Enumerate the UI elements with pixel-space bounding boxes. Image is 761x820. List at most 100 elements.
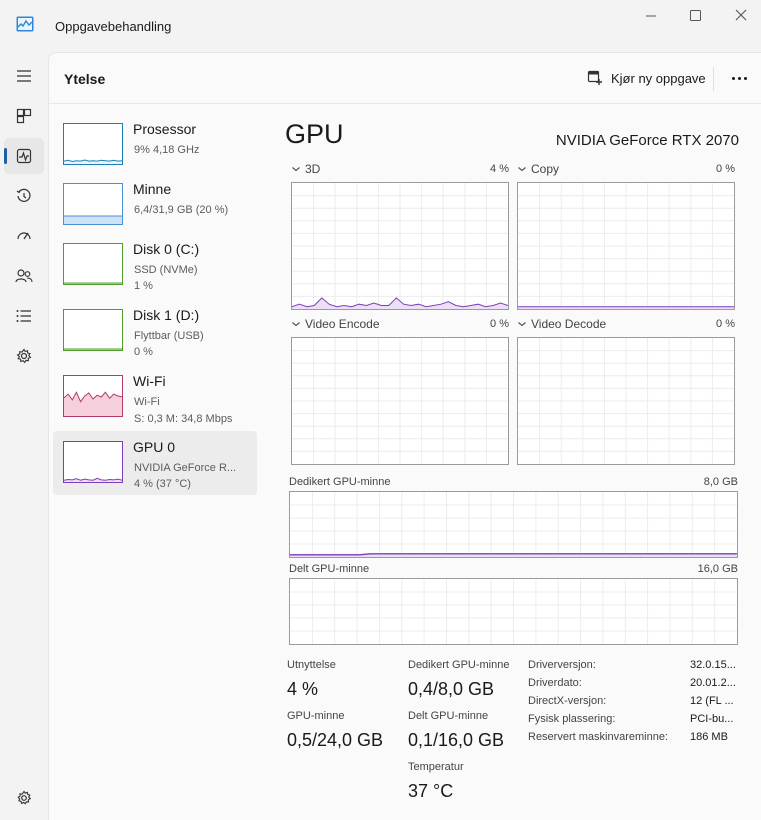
engine-percent: 0 % bbox=[716, 163, 735, 175]
device-item[interactable]: Wi-Fi Wi-Fi S: 0,3 M: 34,8 Mbps bbox=[53, 365, 257, 429]
detail-value: 12 (FL ... bbox=[690, 695, 734, 707]
new-task-icon bbox=[587, 70, 602, 85]
device-detail: Flyttbar (USB) bbox=[134, 330, 204, 342]
engine-graph bbox=[291, 337, 509, 465]
nav-rail bbox=[0, 52, 48, 820]
minimize-icon[interactable] bbox=[640, 6, 662, 26]
device-item[interactable]: Prosessor 9% 4,18 GHz bbox=[53, 113, 257, 177]
performance-icon[interactable] bbox=[4, 138, 44, 174]
dedicated-memory-graph bbox=[289, 491, 738, 558]
users-icon[interactable] bbox=[4, 258, 44, 294]
detail-key: Reservert maskinvareminne: bbox=[528, 731, 668, 743]
detail-value: 20.01.2... bbox=[690, 677, 736, 689]
device-item[interactable]: GPU 0 NVIDIA GeForce R... 4 % (37 °C) bbox=[53, 431, 257, 495]
close-icon[interactable] bbox=[730, 6, 752, 26]
more-icon[interactable] bbox=[727, 65, 751, 91]
engine-name: 3D bbox=[305, 162, 321, 176]
detail-value: 186 MB bbox=[690, 731, 728, 743]
device-item[interactable]: Minne 6,4/31,9 GB (20 %) bbox=[53, 173, 257, 237]
device-thumbnail bbox=[63, 375, 123, 417]
utilization-label: Utnyttelse bbox=[287, 659, 336, 671]
hamburger-menu-icon[interactable] bbox=[4, 58, 44, 94]
shared-memory-label: Delt GPU-minne bbox=[289, 563, 370, 575]
maximize-icon[interactable] bbox=[684, 6, 706, 26]
device-thumbnail bbox=[63, 309, 123, 351]
dedicated-memory-max: 8,0 GB bbox=[703, 476, 738, 488]
shared-memory-graph bbox=[289, 578, 738, 645]
gpu-memory-label: GPU-minne bbox=[287, 710, 345, 722]
shared-stat-label: Delt GPU-minne bbox=[408, 710, 489, 722]
engine-graph bbox=[517, 182, 735, 310]
device-name: Disk 0 (C:) bbox=[133, 241, 200, 257]
dedicated-stat-label: Dedikert GPU-minne bbox=[408, 659, 510, 671]
device-item[interactable]: Disk 1 (D:) Flyttbar (USB) 0 % bbox=[53, 299, 257, 363]
detail-key: Driverdato: bbox=[528, 677, 582, 689]
engine-graph bbox=[291, 182, 509, 310]
run-new-task-button[interactable]: Kjør ny oppgave bbox=[583, 65, 710, 91]
detail-key: Driverversjon: bbox=[528, 659, 596, 671]
settings-icon[interactable] bbox=[4, 780, 44, 816]
page-title: Ytelse bbox=[64, 71, 106, 87]
details-icon[interactable] bbox=[4, 298, 44, 334]
device-name: Minne bbox=[133, 181, 172, 197]
main-panel: Ytelse Kjør ny oppgave Prosessor 9% 4,18 … bbox=[48, 52, 761, 820]
detail-value: 32.0.15... bbox=[690, 659, 736, 671]
engine-label[interactable]: 3D bbox=[291, 162, 320, 176]
engine-graph bbox=[517, 337, 735, 465]
detail-value: PCI-bu... bbox=[690, 713, 734, 725]
title-bar: Oppgavebehandling bbox=[0, 0, 761, 52]
active-indicator bbox=[4, 148, 7, 164]
dedicated-memory-label: Dedikert GPU-minne bbox=[289, 476, 391, 488]
services-icon[interactable] bbox=[4, 338, 44, 374]
device-thumbnail bbox=[63, 183, 123, 225]
engine-name: Video Encode bbox=[305, 317, 380, 331]
device-usage: 4 % (37 °C) bbox=[134, 478, 191, 490]
device-item[interactable]: Disk 0 (C:) SSD (NVMe) 1 % bbox=[53, 233, 257, 297]
engine-name: Copy bbox=[531, 162, 560, 176]
temperature-value: 37 °C bbox=[408, 781, 454, 801]
engine-label[interactable]: Video Decode bbox=[517, 317, 606, 331]
detail-key: DirectX-versjon: bbox=[528, 695, 607, 707]
engine-percent: 4 % bbox=[490, 163, 509, 175]
device-usage: 0 % bbox=[134, 346, 153, 358]
device-name: GPU 0 bbox=[133, 439, 176, 455]
engine-label[interactable]: Video Encode bbox=[291, 317, 380, 331]
device-usage: S: 0,3 M: 34,8 Mbps bbox=[134, 413, 233, 425]
header-separator bbox=[713, 67, 714, 91]
device-name: Wi-Fi bbox=[133, 373, 166, 389]
task-manager-icon bbox=[16, 16, 34, 32]
utilization-value: 4 % bbox=[287, 679, 319, 699]
header-divider bbox=[49, 103, 761, 104]
processes-icon[interactable] bbox=[4, 98, 44, 134]
engine-label[interactable]: Copy bbox=[517, 162, 559, 176]
run-new-task-label: Kjør ny oppgave bbox=[611, 70, 706, 86]
gpu-memory-value: 0,5/24,0 GB bbox=[287, 730, 384, 750]
device-detail: Wi-Fi bbox=[134, 396, 160, 408]
device-name: Disk 1 (D:) bbox=[133, 307, 200, 323]
device-detail: SSD (NVMe) bbox=[134, 264, 198, 276]
engine-percent: 0 % bbox=[716, 318, 735, 330]
chevron-down-icon bbox=[518, 322, 526, 327]
dedicated-stat-value: 0,4/8,0 GB bbox=[408, 679, 495, 699]
startup-apps-icon[interactable] bbox=[4, 218, 44, 254]
gpu-title: GPU bbox=[285, 119, 344, 149]
device-detail: NVIDIA GeForce R... bbox=[134, 462, 237, 474]
shared-memory-max: 16,0 GB bbox=[697, 563, 738, 575]
window-title: Oppgavebehandling bbox=[55, 19, 172, 34]
device-usage: 1 % bbox=[134, 280, 153, 292]
chevron-down-icon bbox=[292, 322, 300, 327]
shared-stat-value: 0,1/16,0 GB bbox=[408, 730, 505, 750]
device-thumbnail bbox=[63, 243, 123, 285]
device-thumbnail bbox=[63, 123, 123, 165]
detail-key: Fysisk plassering: bbox=[528, 713, 616, 725]
device-detail: 9% 4,18 GHz bbox=[134, 144, 200, 156]
engine-percent: 0 % bbox=[490, 318, 509, 330]
device-detail: 6,4/31,9 GB (20 %) bbox=[134, 204, 229, 216]
gpu-model: NVIDIA GeForce RTX 2070 bbox=[555, 132, 739, 149]
engine-name: Video Decode bbox=[531, 317, 607, 331]
app-history-icon[interactable] bbox=[4, 178, 44, 214]
device-name: Prosessor bbox=[133, 121, 197, 137]
temperature-label: Temperatur bbox=[408, 761, 464, 773]
chevron-down-icon bbox=[518, 167, 526, 172]
chevron-down-icon bbox=[292, 167, 300, 172]
